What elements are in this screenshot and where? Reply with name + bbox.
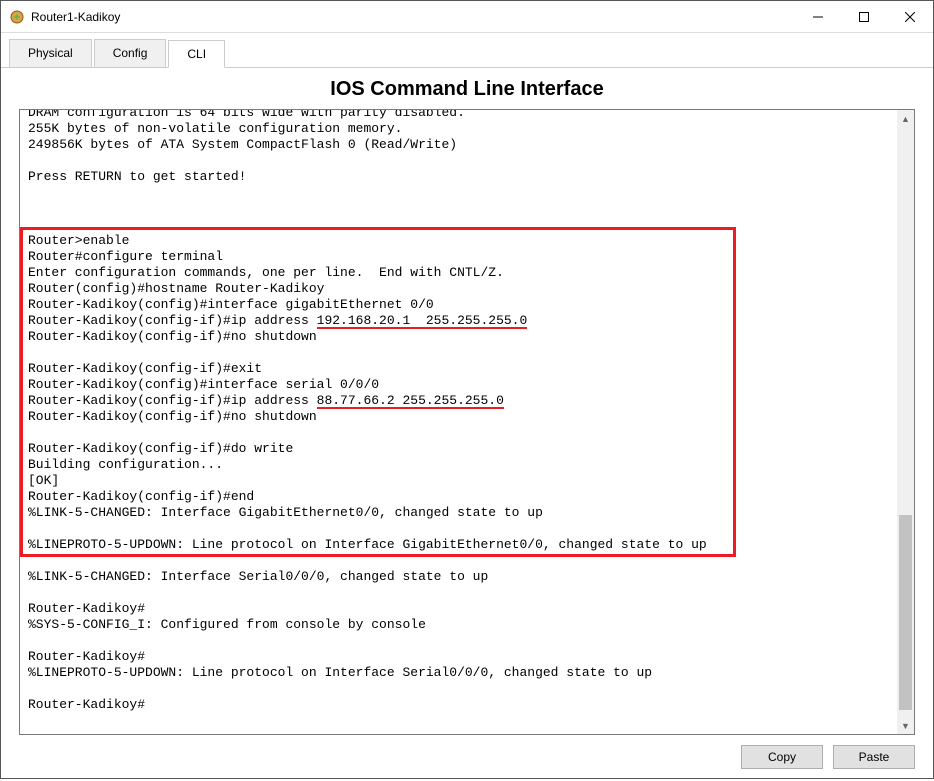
terminal-line: Router-Kadikoy(config-if)#no shutdown xyxy=(28,329,317,345)
terminal-line xyxy=(28,633,36,649)
scrollbar-up-arrow[interactable]: ▲ xyxy=(897,110,914,127)
terminal-line: Router-Kadikoy(config-if)#ip address 88.… xyxy=(28,393,504,409)
terminal-line xyxy=(28,681,36,697)
terminal-line: Router-Kadikoy(config-if)#ip address 192… xyxy=(28,313,527,329)
terminal-line: Router-Kadikoy(config-if)#do write xyxy=(28,441,293,457)
terminal-line: Building configuration... xyxy=(28,457,223,473)
terminal-line: Router-Kadikoy(config)#interface serial … xyxy=(28,377,379,393)
tab-physical[interactable]: Physical xyxy=(9,39,92,67)
heading-wrap: IOS Command Line Interface xyxy=(1,68,933,109)
terminal-line: [OK] xyxy=(28,473,59,489)
page-title: IOS Command Line Interface xyxy=(1,78,933,101)
terminal-line: %LINK-5-CHANGED: Interface Serial0/0/0, … xyxy=(28,569,488,585)
terminal-line: Router-Kadikoy(config-if)#exit xyxy=(28,361,262,377)
minimize-button[interactable] xyxy=(795,1,841,32)
scrollbar-down-arrow[interactable]: ▼ xyxy=(897,717,914,734)
terminal-wrap: DRAM configuration is 64 bits wide with … xyxy=(19,109,915,735)
tab-config[interactable]: Config xyxy=(94,39,167,67)
terminal-line xyxy=(28,201,36,217)
terminal-line: Press RETURN to get started! xyxy=(28,169,246,185)
terminal-line xyxy=(28,345,36,361)
titlebar: Router1-Kadikoy xyxy=(1,1,933,33)
terminal[interactable]: DRAM configuration is 64 bits wide with … xyxy=(19,109,915,735)
router-icon xyxy=(9,9,25,25)
scrollbar-thumb[interactable] xyxy=(899,515,912,710)
terminal-line: %LINEPROTO-5-UPDOWN: Line protocol on In… xyxy=(28,665,652,681)
button-row: Copy Paste xyxy=(1,745,933,781)
window-controls xyxy=(795,1,933,32)
terminal-line: Router#configure terminal xyxy=(28,249,223,265)
terminal-line xyxy=(28,521,36,537)
terminal-line: Router-Kadikoy(config-if)#no shutdown xyxy=(28,409,317,425)
terminal-line: Enter configuration commands, one per li… xyxy=(28,265,504,281)
terminal-line: Router-Kadikoy(config-if)#end xyxy=(28,489,254,505)
tab-bar: Physical Config CLI xyxy=(1,33,933,68)
terminal-line: %SYS-5-CONFIG_I: Configured from console… xyxy=(28,617,426,633)
terminal-line: 255K bytes of non-volatile configuration… xyxy=(28,121,402,137)
terminal-line xyxy=(28,153,36,169)
close-button[interactable] xyxy=(887,1,933,32)
terminal-line: Router-Kadikoy# xyxy=(28,601,145,617)
terminal-line xyxy=(28,425,36,441)
terminal-line: %LINEPROTO-5-UPDOWN: Line protocol on In… xyxy=(28,537,707,553)
paste-button[interactable]: Paste xyxy=(833,745,915,769)
terminal-line xyxy=(28,553,36,569)
terminal-line: DRAM configuration is 64 bits wide with … xyxy=(28,109,465,121)
terminal-line: 249856K bytes of ATA System CompactFlash… xyxy=(28,137,457,153)
terminal-line xyxy=(28,185,36,201)
tab-cli[interactable]: CLI xyxy=(168,40,225,68)
maximize-button[interactable] xyxy=(841,1,887,32)
terminal-line xyxy=(28,585,36,601)
terminal-line: Router-Kadikoy(config)#interface gigabit… xyxy=(28,297,434,313)
terminal-scrollbar[interactable]: ▲ ▼ xyxy=(897,110,914,734)
terminal-line: Router>enable xyxy=(28,233,129,249)
window-title: Router1-Kadikoy xyxy=(31,10,795,24)
terminal-line xyxy=(28,217,36,233)
terminal-line: Router-Kadikoy# xyxy=(28,649,145,665)
terminal-line: %LINK-5-CHANGED: Interface GigabitEthern… xyxy=(28,505,543,521)
terminal-line: Router-Kadikoy# xyxy=(28,697,145,713)
copy-button[interactable]: Copy xyxy=(741,745,823,769)
terminal-line: Router(config)#hostname Router-Kadikoy xyxy=(28,281,324,297)
